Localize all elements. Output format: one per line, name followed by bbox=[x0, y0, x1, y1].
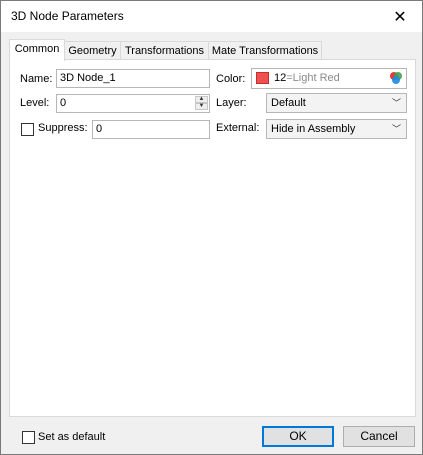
tab-mate-transformations[interactable]: Mate Transformations bbox=[208, 41, 322, 60]
external-select[interactable]: Hide in Assembly ﹀ bbox=[266, 119, 407, 139]
ok-button[interactable]: OK bbox=[262, 426, 334, 447]
level-spinner[interactable]: ▲ ▼ bbox=[195, 96, 208, 111]
level-label: Level: bbox=[20, 97, 50, 109]
color-swatch bbox=[256, 72, 269, 84]
tab-mate-transformations-label: Mate Transformations bbox=[211, 45, 319, 57]
tab-common[interactable]: Common bbox=[9, 39, 65, 61]
name-label: Name: bbox=[20, 73, 53, 85]
cancel-button-label: Cancel bbox=[360, 429, 398, 443]
tab-transformations[interactable]: Transformations bbox=[120, 41, 209, 60]
tab-transformations-label: Transformations bbox=[124, 45, 205, 57]
color-number: 12 bbox=[274, 72, 287, 84]
suppress-checkbox[interactable] bbox=[21, 123, 34, 136]
color-field[interactable]: 12=Light Red bbox=[251, 68, 407, 89]
name-value: 3D Node_1 bbox=[60, 72, 116, 84]
chevron-down-icon: ﹀ bbox=[391, 98, 401, 108]
suppress-label: Suppress: bbox=[38, 122, 88, 134]
ok-button-label: OK bbox=[289, 429, 307, 443]
layer-select[interactable]: Default ﹀ bbox=[266, 93, 407, 113]
close-button[interactable]: ✕ bbox=[378, 1, 422, 32]
level-field[interactable]: 0 ▲ ▼ bbox=[56, 94, 210, 113]
dialog-window: 3D Node Parameters ✕ Common Geometry Tra… bbox=[0, 0, 423, 455]
level-value: 0 bbox=[60, 97, 67, 109]
external-label: External: bbox=[216, 122, 260, 134]
spin-up-icon[interactable]: ▲ bbox=[195, 96, 208, 103]
common-panel: Name: 3D Node_1 Level: 0 ▲ ▼ Suppress: 0… bbox=[9, 59, 416, 417]
cancel-button[interactable]: Cancel bbox=[343, 426, 415, 447]
tab-common-label: Common bbox=[14, 43, 60, 55]
spin-down-icon[interactable]: ▼ bbox=[195, 103, 208, 110]
external-value: Hide in Assembly bbox=[271, 123, 356, 135]
title-bar: 3D Node Parameters ✕ bbox=[1, 1, 422, 32]
chevron-down-icon: ﹀ bbox=[391, 124, 401, 134]
tab-geometry-label: Geometry bbox=[68, 45, 117, 57]
set-default-checkbox[interactable] bbox=[22, 431, 35, 444]
suppress-value: 0 bbox=[96, 123, 103, 135]
color-label: Color: bbox=[216, 73, 246, 85]
suppress-field[interactable]: 0 bbox=[92, 120, 210, 139]
close-icon: ✕ bbox=[393, 8, 407, 26]
layer-value: Default bbox=[271, 97, 306, 109]
color-palette-icon[interactable] bbox=[389, 71, 403, 85]
set-default-label: Set as default bbox=[38, 431, 106, 443]
color-name: =Light Red bbox=[286, 72, 340, 84]
name-field[interactable]: 3D Node_1 bbox=[56, 69, 210, 88]
dialog-title: 3D Node Parameters bbox=[11, 9, 124, 23]
tab-geometry[interactable]: Geometry bbox=[64, 41, 121, 60]
layer-label: Layer: bbox=[216, 97, 247, 109]
